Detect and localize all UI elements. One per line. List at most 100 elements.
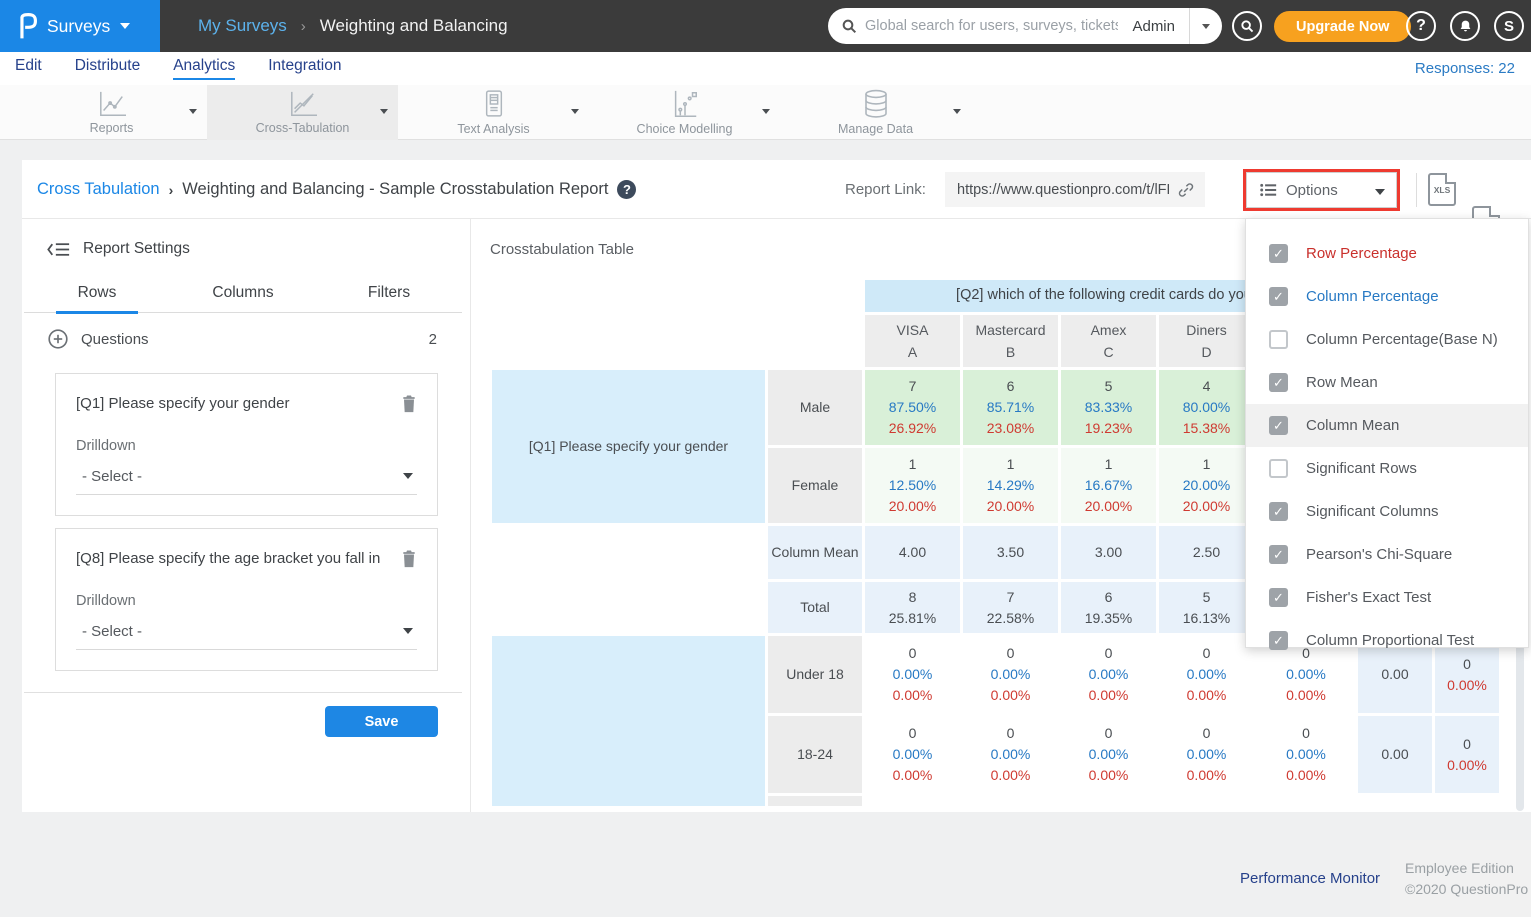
- search-scope-label[interactable]: Admin: [1118, 18, 1189, 35]
- row-group-label-q8: [492, 636, 765, 806]
- choice-modelling-icon: [670, 89, 700, 119]
- report-breadcrumb: Cross Tabulation › Weighting and Balanci…: [37, 180, 636, 199]
- checkbox-checked-icon[interactable]: ✓: [1269, 416, 1288, 435]
- checkbox-checked-icon[interactable]: ✓: [1269, 545, 1288, 564]
- search-input[interactable]: [865, 18, 1118, 34]
- row-mean-cell: 0.00: [1358, 716, 1432, 793]
- cell-value: 0: [1463, 734, 1471, 755]
- data-cell: 00.00%0.00%: [865, 636, 960, 713]
- avatar[interactable]: S: [1494, 11, 1524, 41]
- checkbox-checked-icon[interactable]: ✓: [1269, 502, 1288, 521]
- report-link-input[interactable]: [957, 182, 1169, 198]
- breadcrumb-my-surveys[interactable]: My Surveys: [198, 16, 287, 36]
- tab-columns[interactable]: Columns: [170, 278, 316, 312]
- menu-item-pearson-s-chi-square[interactable]: ✓Pearson's Chi-Square: [1246, 533, 1528, 576]
- trash-icon[interactable]: [401, 549, 417, 568]
- help-button[interactable]: ?: [1406, 11, 1436, 41]
- row-label-male: Male: [768, 370, 862, 445]
- total-cell: 516.13%: [1159, 582, 1254, 633]
- upgrade-now-button[interactable]: Upgrade Now: [1274, 11, 1411, 42]
- data-cell: 00.00%0.00%: [1257, 716, 1355, 793]
- data-cell: 583.33%19.23%: [1061, 370, 1156, 445]
- chevron-down-icon[interactable]: [953, 109, 961, 114]
- export-xls-button[interactable]: XLS: [1428, 173, 1456, 206]
- cell-value: 0: [909, 643, 917, 664]
- data-cell: 00.00%0.00%: [865, 716, 960, 793]
- data-cell: 480.00%15.38%: [1159, 370, 1254, 445]
- checkbox-checked-icon[interactable]: ✓: [1269, 287, 1288, 306]
- save-button[interactable]: Save: [325, 706, 438, 737]
- cell-value: 0: [1007, 643, 1015, 664]
- options-list-icon: [1260, 183, 1277, 197]
- search-submit-button[interactable]: [1232, 11, 1262, 41]
- data-cell: 120.00%20.00%: [1159, 448, 1254, 523]
- row-label-column-mean: Column Mean: [768, 526, 862, 579]
- drilldown-select[interactable]: - Select -: [76, 468, 417, 495]
- drilldown-select[interactable]: - Select -: [76, 623, 417, 650]
- cell-value: 23.08%: [987, 418, 1034, 439]
- checkbox-unchecked-icon[interactable]: [1269, 459, 1288, 478]
- chevron-down-icon[interactable]: [380, 109, 388, 114]
- menu-item-fisher-s-exact-test[interactable]: ✓Fisher's Exact Test: [1246, 576, 1528, 619]
- chevron-down-icon[interactable]: [189, 109, 197, 114]
- tab-integration[interactable]: Integration: [268, 57, 341, 80]
- chevron-down-icon[interactable]: [762, 109, 770, 114]
- reports-chart-icon: [96, 90, 128, 118]
- data-cell: 00.00%0.00%: [1061, 636, 1156, 713]
- cell-value: 20.00%: [1183, 475, 1230, 496]
- cell-value: 16.67%: [1085, 475, 1132, 496]
- checkbox-checked-icon[interactable]: ✓: [1269, 588, 1288, 607]
- responses-count: Responses: 22: [1415, 60, 1515, 77]
- checkbox-checked-icon[interactable]: ✓: [1269, 373, 1288, 392]
- tab-filters[interactable]: Filters: [316, 278, 462, 312]
- cell-value: 0.00%: [1286, 685, 1326, 706]
- link-icon[interactable]: [1177, 181, 1195, 199]
- cell-value: 19.23%: [1085, 418, 1132, 439]
- drilldown-select-value: - Select -: [82, 623, 142, 640]
- tab-distribute[interactable]: Distribute: [75, 57, 140, 80]
- data-cell: 00.00%0.00%: [1159, 716, 1254, 793]
- add-question-button[interactable]: [47, 328, 69, 350]
- notifications-button[interactable]: [1450, 11, 1480, 41]
- checkbox-checked-icon[interactable]: ✓: [1269, 244, 1288, 263]
- data-cell: 787.50%26.92%: [865, 370, 960, 445]
- cell-value: 0.00%: [991, 765, 1031, 786]
- collapse-panel-icon[interactable]: [47, 241, 70, 258]
- tab-rows[interactable]: Rows: [24, 278, 170, 312]
- report-help-icon[interactable]: ?: [617, 180, 636, 199]
- options-button[interactable]: Options: [1243, 169, 1400, 211]
- checkbox-checked-icon[interactable]: ✓: [1269, 631, 1288, 650]
- menu-item-row-mean[interactable]: ✓Row Mean: [1246, 361, 1528, 404]
- cell-value: Diners: [1186, 319, 1226, 341]
- menu-item-column-percentage-base-n[interactable]: Column Percentage(Base N): [1246, 318, 1528, 361]
- cell-value: 0.00%: [1187, 765, 1227, 786]
- tab-edit[interactable]: Edit: [15, 57, 42, 80]
- checkbox-unchecked-icon[interactable]: [1269, 330, 1288, 349]
- trash-icon[interactable]: [401, 394, 417, 413]
- avatar-initial: S: [1504, 18, 1514, 35]
- toolbar-item-cross-tabulation[interactable]: Cross-Tabulation: [207, 85, 398, 140]
- cell-value: 83.33%: [1085, 397, 1132, 418]
- toolbar-item-reports[interactable]: Reports: [16, 85, 207, 140]
- menu-item-column-percentage[interactable]: ✓Column Percentage: [1246, 275, 1528, 318]
- performance-monitor-link[interactable]: Performance Monitor: [1240, 870, 1380, 887]
- tab-analytics[interactable]: Analytics: [173, 57, 235, 80]
- cell-value: VISA: [897, 319, 929, 341]
- brand-menu[interactable]: Surveys: [0, 0, 160, 52]
- total-cell: 825.81%: [865, 582, 960, 633]
- cell-value: 7: [909, 376, 917, 397]
- menu-item-significant-rows[interactable]: Significant Rows: [1246, 447, 1528, 490]
- chevron-down-icon: [1202, 24, 1210, 29]
- menu-item-column-proportional-test[interactable]: ✓ Column Proportional Test: [1246, 619, 1528, 662]
- menu-item-label: Column Proportional Test: [1306, 632, 1474, 649]
- cross-tabulation-link[interactable]: Cross Tabulation: [37, 180, 160, 199]
- toolbar-item-manage-data[interactable]: Manage Data: [780, 85, 971, 140]
- menu-item-row-percentage[interactable]: ✓Row Percentage: [1246, 232, 1528, 275]
- toolbar-item-text-analysis[interactable]: Text Analysis: [398, 85, 589, 140]
- toolbar-item-choice-modelling[interactable]: Choice Modelling: [589, 85, 780, 140]
- menu-item-column-mean[interactable]: ✓Column Mean: [1246, 404, 1528, 447]
- cell-value: 0.00%: [1447, 675, 1487, 696]
- chevron-down-icon[interactable]: [571, 109, 579, 114]
- search-scope-dropdown[interactable]: [1189, 8, 1222, 44]
- menu-item-significant-columns[interactable]: ✓Significant Columns: [1246, 490, 1528, 533]
